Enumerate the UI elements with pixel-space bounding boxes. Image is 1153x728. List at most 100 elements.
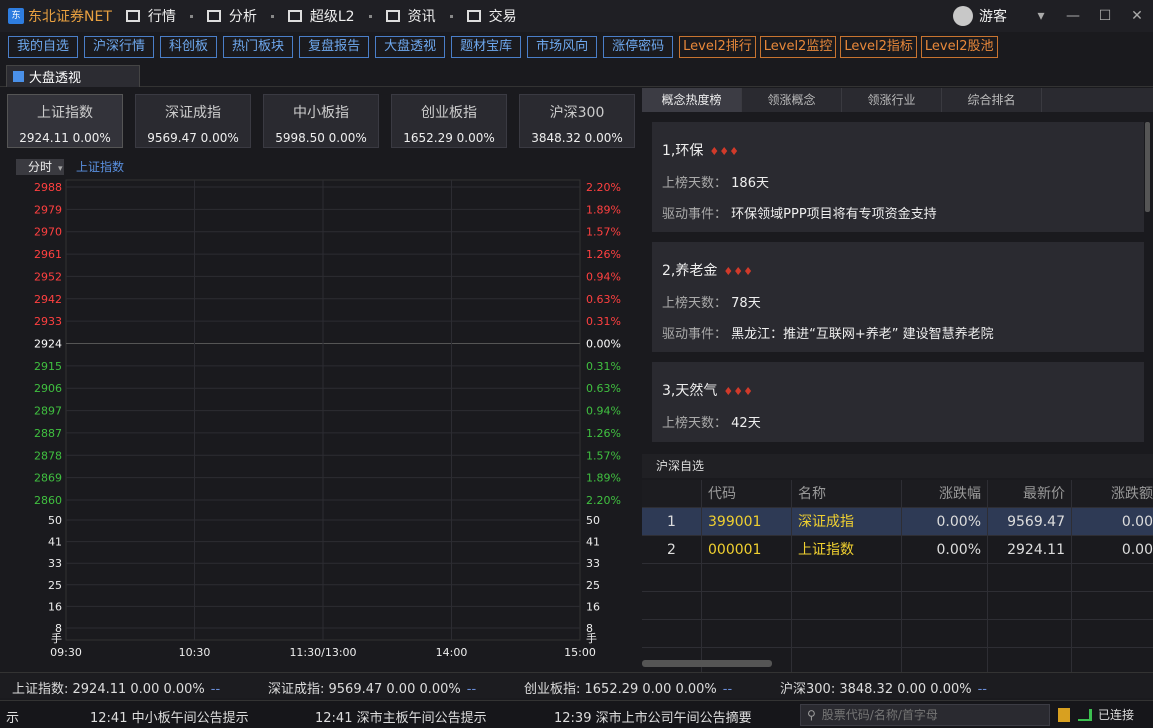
y-tick-label: 2942 (34, 293, 62, 306)
news-item[interactable]: 12:41 深市主板午间公告提示 (315, 707, 487, 726)
y-right-tick-label: 0.94% (586, 405, 621, 418)
quick-button-limit-up[interactable]: 涨停密码 (603, 36, 674, 58)
menu-level2[interactable]: 超级L2 (287, 6, 355, 26)
menu-analysis[interactable]: 分析 (206, 6, 257, 26)
x-tick-label: 11:30/13:00 (289, 646, 356, 659)
y-right-tick-label: 2.20% (586, 181, 621, 194)
tab-overall-ranking[interactable]: 综合排名 (942, 88, 1042, 112)
status-label: 深证成指: 9569.47 0.00 0.00% (268, 682, 461, 697)
col-header-name[interactable]: 名称 (792, 480, 902, 507)
close-icon[interactable]: ✕ (1121, 8, 1153, 24)
connection-status[interactable]: 已连接 (1058, 706, 1134, 723)
top-menu: 行情 分析 超级L2 资讯 交易 (125, 6, 531, 26)
concept-card[interactable]: 3,天然气 ♦♦♦ 上榜天数： 42天 (652, 362, 1144, 442)
intraday-chart[interactable]: 分时 ▾ 上证指数 2988 2.20% 2979 1.89% 2970 1.57% 296… (8, 156, 638, 666)
col-header-code[interactable]: 代码 (702, 480, 792, 507)
tab-leading-concepts[interactable]: 领涨概念 (742, 88, 842, 112)
quick-button-trend[interactable]: 市场风向 (527, 36, 598, 58)
chevron-down-icon[interactable]: ▾ (58, 164, 63, 174)
level2-indicator-button[interactable]: Level2指标 (840, 36, 917, 58)
status-hs300-index[interactable]: 沪深300: 3848.32 0.00 0.00% -- (780, 678, 987, 697)
line-chart-icon (206, 10, 221, 22)
table-row-empty (642, 592, 1153, 620)
menu-news[interactable]: 资讯 (385, 6, 436, 26)
status-dash: -- (466, 682, 477, 697)
col-header-change-pct[interactable]: 涨跌幅 (902, 480, 988, 507)
home-icon (13, 71, 24, 82)
stock-search-box[interactable]: ⚲ (800, 704, 1050, 726)
volume-unit-label: 手 (51, 631, 62, 645)
col-header (642, 480, 702, 507)
tab-concept-heat[interactable]: 概念热度榜 (642, 88, 742, 112)
watchlist-table: 代码 名称 涨跌幅 最新价 涨跌额 1 399001 深证成指 0.00% 95… (642, 480, 1153, 676)
status-sz-index[interactable]: 深证成指: 9569.47 0.00 0.00% -- (268, 678, 476, 697)
logo-icon: 东 (8, 8, 24, 24)
news-item[interactable]: 12:41 中小板午间公告提示 (90, 707, 249, 726)
level2-monitor-button[interactable]: Level2监控 (759, 36, 837, 58)
index-card-sme[interactable]: 中小板指 5998.50 0.00% (263, 94, 379, 148)
col-header-change[interactable]: 涨跌额 (1072, 480, 1153, 507)
y-tick-label: 2924 (34, 338, 62, 351)
username[interactable]: 游客 (979, 6, 1007, 26)
x-tick-label: 10:30 (179, 646, 211, 659)
minimize-icon[interactable]: — (1057, 8, 1089, 24)
volume-tick-label: 50 (48, 514, 62, 527)
avatar[interactable] (953, 6, 973, 26)
concept-days-value: 78天 (731, 296, 761, 311)
index-card-sh[interactable]: 上证指数 2924.11 0.00% (7, 94, 123, 148)
status-label: 上证指数: 2924.11 0.00 0.00% (12, 682, 205, 697)
index-value: 9569.47 0.00% (147, 131, 239, 145)
stock-price: 9569.47 (988, 508, 1072, 535)
status-sh-index[interactable]: 上证指数: 2924.11 0.00 0.00% -- (12, 678, 220, 697)
quick-button-review[interactable]: 复盘报告 (299, 36, 370, 58)
news-item[interactable]: 12:39 深市上市公司午间公告摘要 (554, 707, 752, 726)
status-gem-index[interactable]: 创业板指: 1652.29 0.00 0.00% -- (524, 678, 732, 697)
volume-right-tick-label: 41 (586, 536, 600, 549)
index-card-sz[interactable]: 深证成指 9569.47 0.00% (135, 94, 251, 148)
y-right-tick-label: 2.20% (586, 494, 621, 507)
tab-leading-industries[interactable]: 领涨行业 (842, 88, 942, 112)
menu-trade[interactable]: 交易 (466, 6, 517, 26)
shield-icon (1058, 707, 1070, 722)
news-prefix: 示 (6, 711, 20, 726)
quick-button-star-board[interactable]: 科创板 (160, 36, 218, 58)
index-card-hs300[interactable]: 沪深300 3848.32 0.00% (519, 94, 635, 148)
volume-right-tick-label: 25 (586, 579, 600, 592)
title-bar: 东 东北证券NET 行情 分析 超级L2 资讯 交易 游客 ▾ — ☐ ✕ (0, 0, 1153, 32)
quick-button-watchlist[interactable]: 我的自选 (8, 36, 79, 58)
maximize-icon[interactable]: ☐ (1089, 8, 1121, 24)
watchlist-title: 沪深自选 (642, 454, 1153, 478)
table-horizontal-scrollbar[interactable] (642, 660, 772, 667)
level2-pool-button[interactable]: Level2股池 (920, 36, 998, 58)
y-tick-label: 2970 (34, 226, 62, 239)
stock-price: 2924.11 (988, 536, 1072, 563)
stock-search-input[interactable] (821, 708, 1032, 722)
concept-scrollbar[interactable] (1145, 122, 1150, 212)
y-right-tick-label: 1.89% (586, 203, 621, 216)
index-card-gem[interactable]: 创业板指 1652.29 0.00% (391, 94, 507, 148)
quick-button-themes[interactable]: 题材宝库 (451, 36, 522, 58)
user-area: 游客 ▾ — ☐ ✕ (953, 0, 1153, 32)
concept-card[interactable]: 1,环保 ♦♦♦ 上榜天数： 186天 驱动事件： 环保领域PPP项目将有专项资金… (652, 122, 1144, 232)
period-selector[interactable]: 分时 (28, 160, 52, 174)
dropdown-icon[interactable]: ▾ (1025, 8, 1057, 24)
level2-ranking-button[interactable]: Level2排行 (679, 36, 756, 58)
concept-card[interactable]: 2,养老金 ♦♦♦ 上榜天数： 78天 驱动事件： 黑龙江：推进“互联网+养老” … (652, 242, 1144, 352)
tab-market-view[interactable]: 大盘透视 (6, 65, 140, 87)
table-row[interactable]: 2 000001 上证指数 0.00% 2924.11 0.00 (642, 536, 1153, 564)
table-row[interactable]: 1 399001 深证成指 0.00% 9569.47 0.00 (642, 508, 1153, 536)
fire-icon: ♦♦♦ (723, 385, 753, 398)
quick-button-market-view[interactable]: 大盘透视 (375, 36, 446, 58)
menu-label: 超级L2 (309, 9, 355, 25)
menu-separator (270, 14, 274, 18)
menu-quotes[interactable]: 行情 (125, 6, 176, 26)
quick-button-hot-sectors[interactable]: 热门板块 (223, 36, 294, 58)
zoom-icon (287, 10, 302, 22)
concept-title-row: 2,养老金 ♦♦♦ (662, 260, 1144, 280)
index-value: 2924.11 0.00% (19, 131, 111, 145)
concept-days: 上榜天数： 78天 (662, 292, 1144, 311)
concept-tabs: 概念热度榜 领涨概念 领涨行业 综合排名 (642, 88, 1153, 112)
quick-button-market[interactable]: 沪深行情 (84, 36, 155, 58)
volume-right-tick-label: 16 (586, 600, 600, 613)
col-header-price[interactable]: 最新价 (988, 480, 1072, 507)
